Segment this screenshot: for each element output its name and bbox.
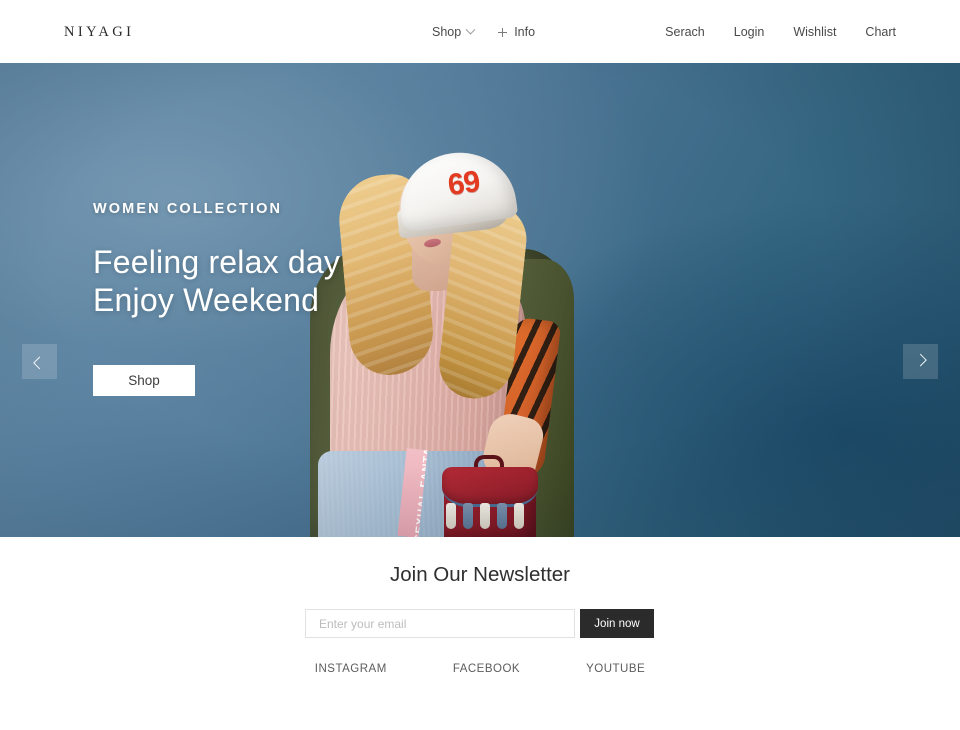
carousel-prev-button[interactable]	[22, 344, 57, 379]
hero-eyebrow: WOMEN COLLECTION	[93, 201, 283, 217]
primary-nav: Shop Info	[432, 24, 535, 39]
nav-item-wishlist[interactable]: Wishlist	[793, 25, 836, 39]
newsletter-submit-button[interactable]: Join now	[580, 609, 654, 638]
hero-headline-line-1: Feeling relax day	[93, 244, 341, 280]
hero-shop-button[interactable]: Shop	[93, 364, 195, 396]
newsletter-section: Join Our Newsletter Join now INSTAGRAM F…	[0, 537, 960, 730]
chevron-left-icon	[33, 356, 46, 370]
nav-item-cart[interactable]: Chart	[865, 25, 896, 39]
nav-item-info-label: Info	[514, 25, 536, 39]
social-links: INSTAGRAM FACEBOOK YOUTUBE	[0, 663, 960, 675]
hero-headline-line-2: Enjoy Weekend	[93, 282, 320, 319]
nav-item-shop[interactable]: Shop	[432, 24, 476, 39]
brand-logo[interactable]: NIYAGI	[64, 24, 134, 41]
newsletter-form: Join now	[305, 609, 655, 638]
hero-copy: WOMEN COLLECTION Feeling relax day Enjoy…	[93, 201, 423, 396]
nav-item-search[interactable]: Serach	[665, 25, 705, 39]
hero-headline: Feeling relax day Enjoy Weekend	[93, 243, 423, 320]
hero-carousel: 69 SEXUAL FANTASY WOMEN COLLECTION Feeli…	[0, 63, 960, 537]
newsletter-email-input[interactable]	[305, 609, 575, 638]
social-link-youtube[interactable]: YOUTUBE	[586, 663, 645, 675]
nav-item-login[interactable]: Login	[734, 25, 765, 39]
site-header: NIYAGI Shop Info Serach Login Wishlist C…	[0, 0, 960, 63]
newsletter-title: Join Our Newsletter	[389, 563, 570, 586]
social-link-instagram[interactable]: INSTAGRAM	[315, 663, 387, 675]
chevron-down-icon	[465, 24, 476, 35]
chevron-right-icon	[914, 353, 927, 367]
nav-item-info[interactable]: Info	[498, 25, 535, 39]
carousel-next-button[interactable]	[903, 344, 938, 379]
nav-item-shop-label: Shop	[432, 25, 462, 39]
social-link-facebook[interactable]: FACEBOOK	[453, 663, 520, 675]
utility-nav: Serach Login Wishlist Chart	[665, 25, 896, 39]
plus-icon	[498, 27, 508, 37]
